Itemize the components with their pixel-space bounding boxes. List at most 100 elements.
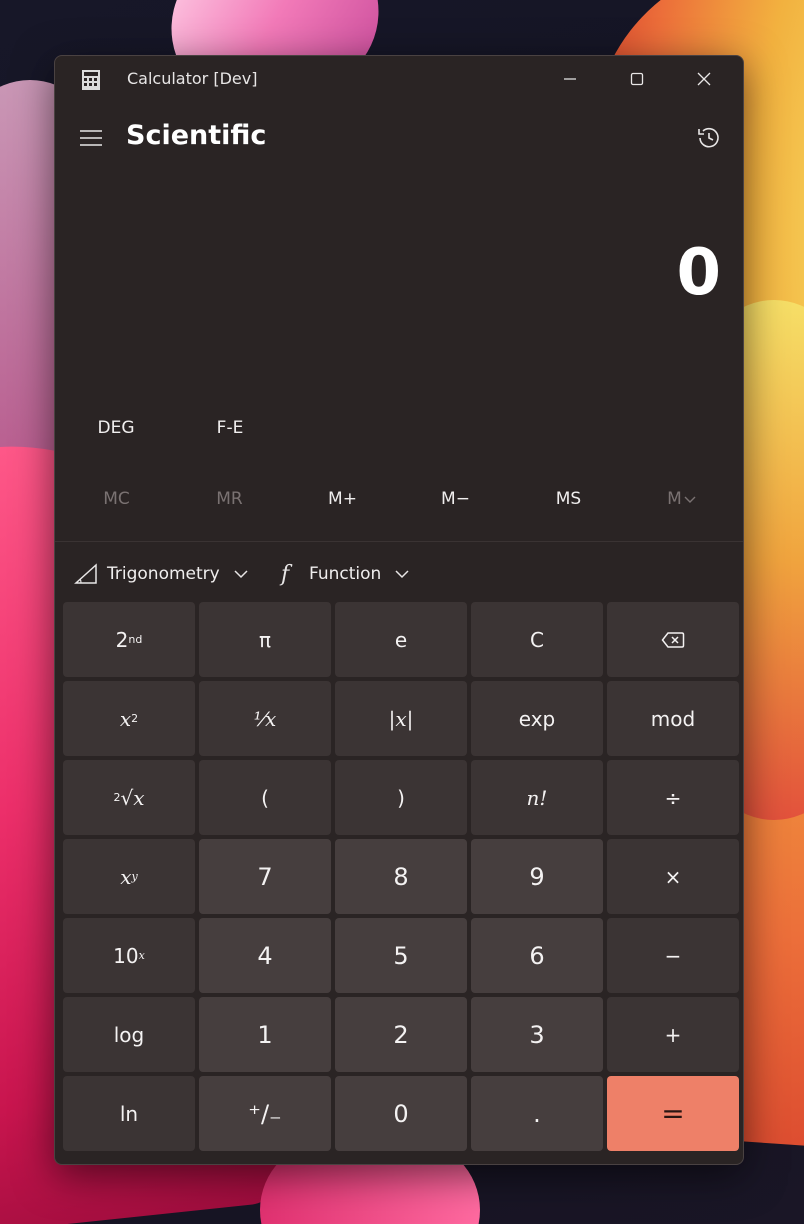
- key-label: ×: [664, 864, 682, 889]
- key-label: log: [113, 1022, 145, 1047]
- mod-button[interactable]: mod: [607, 681, 739, 756]
- key-label: 4: [257, 941, 273, 970]
- divide-button[interactable]: ÷: [607, 760, 739, 835]
- navigation-menu-button[interactable]: [79, 126, 105, 150]
- trigonometry-dropdown[interactable]: Trigonometry: [73, 552, 248, 596]
- history-icon: [698, 127, 719, 148]
- trigonometry-label: Trigonometry: [107, 564, 220, 584]
- square-button[interactable]: x2: [63, 681, 195, 756]
- natural-log-button[interactable]: ln: [63, 1076, 195, 1151]
- key-label: 1: [257, 1020, 273, 1049]
- ten-power-button[interactable]: 10 x: [63, 918, 195, 993]
- title-bar[interactable]: Calculator [Dev]: [55, 56, 743, 102]
- reciprocal-button[interactable]: ⅟x: [199, 681, 331, 756]
- key-label: mod: [650, 706, 696, 731]
- digit-0-button[interactable]: 0: [335, 1076, 467, 1151]
- key-label: x: [119, 706, 132, 731]
- open-paren-button[interactable]: (: [199, 760, 331, 835]
- key-superscript: 2: [131, 712, 139, 725]
- negate-button[interactable]: ⁺∕₋: [199, 1076, 331, 1151]
- memory-clear-button[interactable]: MC: [60, 474, 173, 524]
- digit-3-button[interactable]: 3: [471, 997, 603, 1072]
- minimize-icon: [564, 78, 576, 80]
- calculator-app-icon: [81, 69, 101, 91]
- memory-subtract-button[interactable]: M−: [399, 474, 512, 524]
- backspace-button[interactable]: [607, 602, 739, 677]
- key-label: π: [258, 627, 272, 652]
- key-label: 7: [257, 862, 273, 891]
- subtract-button[interactable]: −: [607, 918, 739, 993]
- digit-1-button[interactable]: 1: [199, 997, 331, 1072]
- close-button[interactable]: [671, 56, 737, 102]
- decimal-button[interactable]: .: [471, 1076, 603, 1151]
- key-label: 9: [529, 862, 545, 891]
- key-label: exp: [518, 706, 556, 731]
- key-superscript: nd: [128, 633, 143, 646]
- close-paren-button[interactable]: ): [335, 760, 467, 835]
- history-button[interactable]: [695, 124, 723, 152]
- key-label: e: [394, 627, 408, 652]
- divider: [55, 541, 743, 542]
- key-label: C: [530, 627, 544, 652]
- key-label: =: [661, 1097, 685, 1130]
- keypad: 2nd π e C x2 ⅟x |x| exp mod 2 √x ( ) n! ÷…: [63, 602, 739, 1156]
- key-superscript: y: [131, 870, 138, 883]
- key-label: n!: [526, 785, 548, 810]
- result-display: 0: [676, 236, 721, 310]
- digit-2-button[interactable]: 2: [335, 997, 467, 1072]
- memory-list-label: M: [667, 489, 682, 509]
- function-label: Function: [309, 564, 382, 584]
- key-superscript: 2: [113, 791, 121, 804]
- key-label: 10: [113, 943, 139, 968]
- square-root-button[interactable]: 2 √x: [63, 760, 195, 835]
- memory-recall-button[interactable]: MR: [173, 474, 286, 524]
- digit-7-button[interactable]: 7: [199, 839, 331, 914]
- maximize-button[interactable]: [604, 56, 670, 102]
- key-label: 0: [393, 1099, 409, 1128]
- backspace-icon: [661, 631, 685, 648]
- key-label: 3: [529, 1020, 545, 1049]
- key-label: |x|: [388, 706, 414, 731]
- chevron-down-icon: [234, 570, 248, 579]
- key-label: ): [397, 785, 405, 810]
- hamburger-icon: [80, 130, 102, 146]
- key-label: ÷: [664, 785, 682, 810]
- window-title: Calculator [Dev]: [127, 69, 258, 88]
- key-label: −: [664, 943, 682, 968]
- fe-toggle-button[interactable]: F-E: [175, 404, 285, 452]
- angle-unit-button[interactable]: DEG: [61, 404, 171, 452]
- minimize-button[interactable]: [537, 56, 603, 102]
- digit-6-button[interactable]: 6: [471, 918, 603, 993]
- log-button[interactable]: log: [63, 997, 195, 1072]
- calculator-window: Calculator [Dev] Scientific 0 DEG F-E MC…: [54, 55, 744, 1165]
- pi-button[interactable]: π: [199, 602, 331, 677]
- equals-button[interactable]: =: [607, 1076, 739, 1151]
- multiply-button[interactable]: ×: [607, 839, 739, 914]
- maximize-icon: [630, 72, 644, 86]
- clear-button[interactable]: C: [471, 602, 603, 677]
- function-dropdown[interactable]: f Function: [275, 552, 409, 596]
- power-button[interactable]: xy: [63, 839, 195, 914]
- memory-store-button[interactable]: MS: [512, 474, 625, 524]
- digit-4-button[interactable]: 4: [199, 918, 331, 993]
- key-label: ⁺∕₋: [248, 1099, 282, 1128]
- digit-9-button[interactable]: 9: [471, 839, 603, 914]
- euler-button[interactable]: e: [335, 602, 467, 677]
- key-label: +: [664, 1022, 682, 1047]
- key-label: x: [120, 864, 132, 889]
- absolute-value-button[interactable]: |x|: [335, 681, 467, 756]
- svg-text:f: f: [279, 562, 293, 586]
- digit-8-button[interactable]: 8: [335, 839, 467, 914]
- key-label: 5: [393, 941, 409, 970]
- memory-add-button[interactable]: M+: [286, 474, 399, 524]
- factorial-button[interactable]: n!: [471, 760, 603, 835]
- chevron-down-icon: [395, 570, 409, 579]
- key-label: 2: [115, 627, 129, 652]
- exp-button[interactable]: exp: [471, 681, 603, 756]
- add-button[interactable]: +: [607, 997, 739, 1072]
- key-label: ln: [119, 1101, 139, 1126]
- digit-5-button[interactable]: 5: [335, 918, 467, 993]
- key-label: 2: [393, 1020, 409, 1049]
- second-function-button[interactable]: 2nd: [63, 602, 195, 677]
- memory-list-button[interactable]: M: [625, 474, 738, 524]
